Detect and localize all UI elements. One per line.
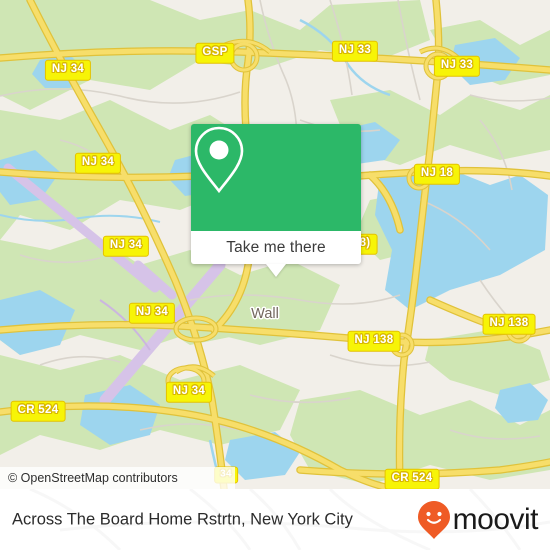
map-attribution[interactable]: © OpenStreetMap contributors (0, 467, 235, 489)
page-title: Across The Board Home Rstrtn, New York C… (12, 510, 353, 528)
road-shield: NJ 34 (44, 59, 92, 81)
road-shield: NJ 33 (331, 40, 379, 62)
place-label: Wall (251, 306, 279, 322)
take-me-there-button[interactable]: Take me there (191, 231, 361, 277)
road-shield: NJ 33 (433, 55, 481, 77)
road-shield: CR 524 (384, 468, 440, 489)
destination-popup[interactable]: Take me there (191, 124, 361, 277)
map-pin-icon (194, 126, 244, 194)
footer-bar: Across The Board Home Rstrtn, New York C… (0, 489, 550, 550)
moovit-brand[interactable]: moovit (417, 500, 539, 540)
moovit-wordmark: moovit (452, 502, 539, 536)
popup-tail (266, 264, 286, 277)
road-shield: GSP (195, 42, 235, 64)
road-shield: NJ 34 (128, 302, 176, 324)
attribution-text: © OpenStreetMap contributors (8, 471, 178, 485)
road-shield: NJ 34 (102, 235, 150, 257)
road-shield: NJ 18 (413, 163, 461, 185)
take-me-there-label: Take me there (226, 238, 326, 256)
popup-pin-area (191, 124, 361, 231)
moovit-smiley-pin-icon (417, 500, 450, 539)
road-shield: NJ 34 (74, 152, 122, 174)
road-shield: CR 524 (10, 400, 66, 422)
map-canvas[interactable]: GSP NJ 33 NJ 33 NJ 34 NJ 34 NJ 34 NJ 18 NJ 34 NJ… (0, 0, 550, 489)
road-shield: NJ 138 (482, 313, 536, 335)
road-shield: NJ 34 (165, 381, 213, 403)
map-page: GSP NJ 33 NJ 33 NJ 34 NJ 34 NJ 34 NJ 18 NJ 34 NJ… (0, 0, 550, 550)
road-shield: NJ 138 (347, 330, 401, 352)
